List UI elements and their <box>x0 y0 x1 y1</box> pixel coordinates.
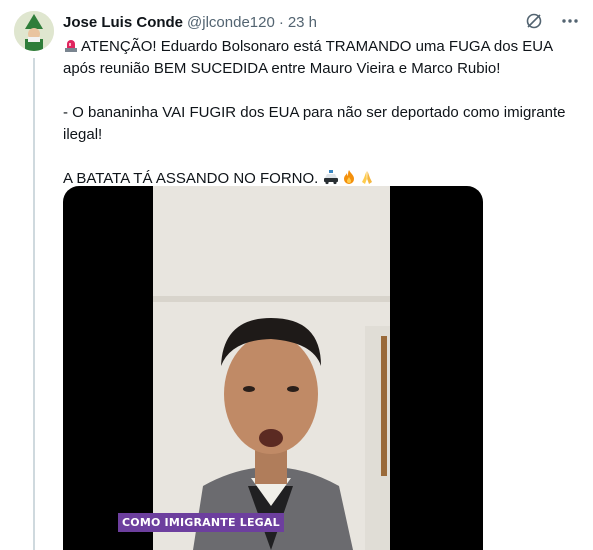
video-frame <box>153 186 390 550</box>
tweet-line-2: - O bananinha VAI FUGIR dos EUA para não… <box>63 104 566 143</box>
video-caption: COMO IMIGRANTE LEGAL <box>118 513 284 532</box>
tweet-header: Jose Luis Conde @jlconde120 · 23 h <box>63 11 317 33</box>
fire-emoji <box>343 170 354 184</box>
tweet-line-1: ATENÇÃO! Eduardo Bolsonaro está TRAMANDO… <box>63 38 553 77</box>
folded-hands-emoji <box>361 171 372 184</box>
tweet-text: ATENÇÃO! Eduardo Bolsonaro está TRAMANDO… <box>63 36 568 190</box>
tweet-actions <box>523 10 581 32</box>
author-name[interactable]: Jose Luis Conde <box>63 14 183 31</box>
avatar[interactable] <box>14 11 54 51</box>
thread-line <box>33 58 35 550</box>
author-handle[interactable]: @jlconde120 <box>187 14 275 31</box>
video-player[interactable]: COMO IMIGRANTE LEGAL <box>63 186 483 550</box>
police-car-emoji <box>323 170 338 185</box>
separator-dot: · <box>278 13 284 31</box>
grok-icon[interactable] <box>523 10 545 32</box>
tweet-time[interactable]: 23 h <box>288 14 317 31</box>
more-icon[interactable] <box>559 10 581 32</box>
rotating-light-emoji <box>65 40 77 52</box>
video-thumbnail <box>153 186 390 550</box>
